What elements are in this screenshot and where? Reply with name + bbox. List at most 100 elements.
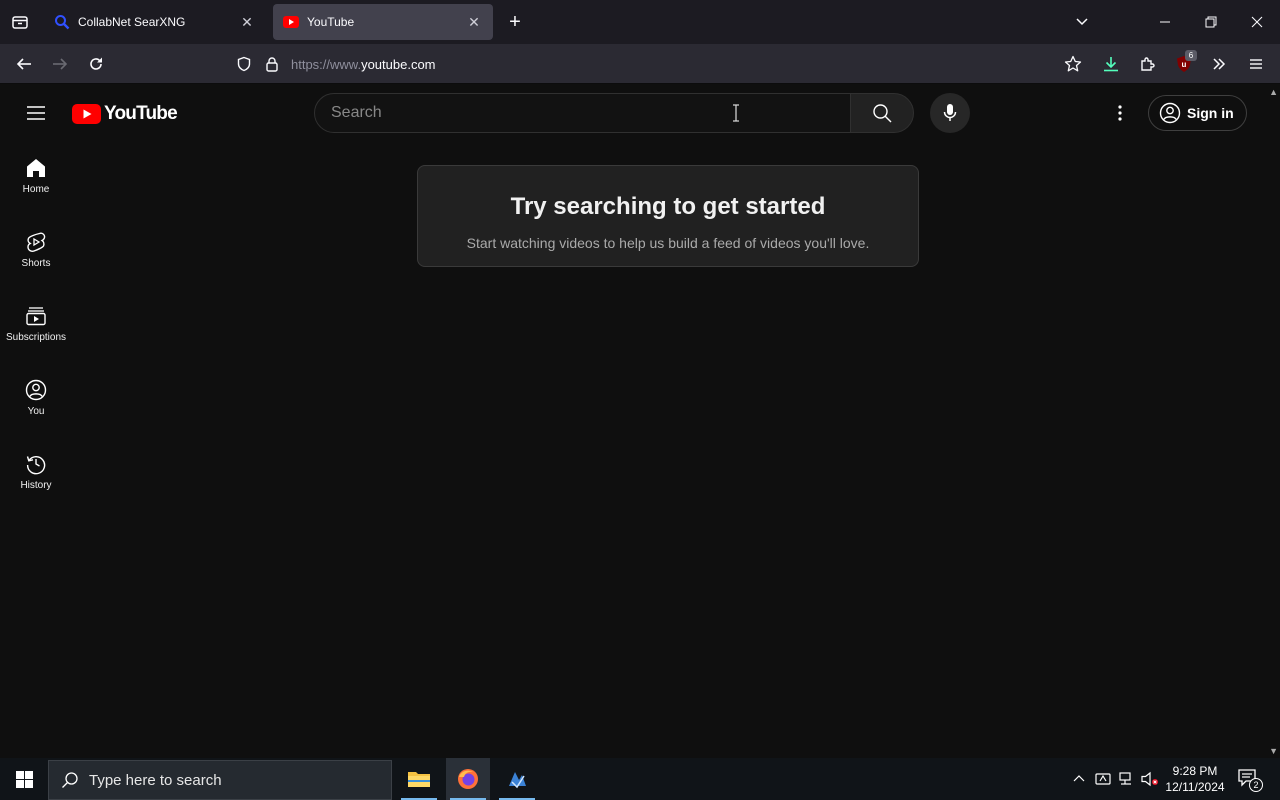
logo-wordmark: YouTube [104, 103, 178, 124]
taskbar-clock[interactable]: 9:28 PM 12/11/2024 [1160, 763, 1230, 795]
guide-label: Shorts [21, 258, 51, 269]
url-prefix: https://www. [291, 57, 362, 72]
guide-item-history[interactable]: History [4, 437, 68, 511]
empty-feed-prompt: Try searching to get started Start watch… [417, 165, 919, 267]
close-tab-icon[interactable]: ✕ [465, 13, 483, 31]
search-input[interactable] [331, 94, 831, 132]
vertical-dots-icon [1118, 105, 1122, 121]
taskbar-search-placeholder: Type here to search [89, 771, 222, 789]
url-host: youtube.com [361, 57, 436, 72]
start-button[interactable] [0, 758, 48, 800]
close-tab-icon[interactable]: ✕ [238, 13, 256, 31]
firefox-app[interactable] [446, 758, 490, 800]
browser-navigation-bar: https://www.youtube.com u 6 [0, 44, 1280, 84]
tab-youtube[interactable]: YouTube ✕ [273, 4, 493, 40]
prompt-title: Try searching to get started [510, 193, 826, 220]
lock-icon[interactable] [264, 56, 280, 77]
reload-icon [90, 57, 102, 70]
tracking-protection-shield-icon[interactable] [236, 56, 252, 77]
youtube-favicon-icon [283, 14, 299, 30]
new-tab-button[interactable]: + [502, 8, 528, 36]
puzzle-icon [1141, 57, 1155, 71]
guide-item-home[interactable]: Home [4, 141, 68, 215]
browser-tab-bar: CollabNet SearXNG ✕ YouTube ✕ + [0, 0, 1280, 44]
folder-icon [408, 772, 430, 787]
search-box[interactable] [314, 93, 851, 133]
tray-app-icon[interactable] [1094, 770, 1112, 788]
extension-badge: 6 [1185, 50, 1197, 61]
search-icon [873, 104, 892, 123]
home-icon [27, 159, 45, 177]
file-explorer-app[interactable] [397, 758, 441, 800]
download-icon [1104, 57, 1118, 72]
voice-search-button[interactable] [930, 93, 970, 133]
tab-title: CollabNet SearXNG [78, 15, 186, 29]
tab-title: YouTube [307, 15, 355, 29]
arrow-left-icon [16, 58, 31, 70]
notification-count: 2 [1249, 778, 1263, 792]
close-window-button[interactable] [1237, 4, 1277, 40]
star-icon [1064, 55, 1082, 72]
youtube-masthead: YouTube Sign in [0, 85, 1280, 141]
address-bar[interactable]: https://www.youtube.com [228, 48, 1100, 80]
network-icon[interactable] [1118, 770, 1136, 788]
close-icon [1251, 16, 1263, 28]
url-text: https://www.youtube.com [291, 57, 436, 72]
minimize-icon [1160, 21, 1170, 23]
ublock-extension-button[interactable]: u 6 [1168, 48, 1200, 80]
forward-button[interactable] [44, 48, 76, 80]
app-menu-button[interactable] [1240, 48, 1272, 80]
youtube-page: YouTube Sign in Home Shorts [0, 85, 1280, 758]
pinned-app[interactable] [495, 758, 539, 800]
guide-label: Home [22, 184, 50, 195]
extensions-button[interactable] [1132, 48, 1164, 80]
arrow-right-icon [53, 58, 68, 70]
youtube-play-logo-icon [72, 104, 101, 124]
account-circle-icon [1159, 102, 1181, 124]
back-button[interactable] [8, 48, 40, 80]
scroll-up-arrow-icon[interactable]: ▲ [1269, 87, 1278, 97]
bookmark-star-button[interactable] [1057, 48, 1089, 80]
svg-text:u: u [1182, 60, 1187, 69]
you-icon [25, 379, 47, 401]
search-button[interactable] [850, 93, 914, 133]
clock-time: 9:28 PM [1172, 764, 1218, 778]
downloads-button[interactable] [1095, 48, 1127, 80]
youtube-logo[interactable]: YouTube [72, 103, 178, 125]
guide-item-shorts[interactable]: Shorts [4, 215, 68, 289]
scroll-down-arrow-icon[interactable]: ▼ [1269, 746, 1278, 756]
show-hidden-icons-chevron-up-icon[interactable] [1070, 770, 1088, 788]
tab-searxng[interactable]: CollabNet SearXNG ✕ [44, 4, 266, 40]
restore-button[interactable] [1191, 4, 1231, 40]
search-icon [62, 772, 78, 788]
more-tools-button[interactable] [1203, 48, 1235, 80]
shorts-icon [27, 232, 46, 252]
windows-logo-icon [15, 770, 33, 788]
taskbar-search-box[interactable]: Type here to search [48, 760, 392, 800]
settings-more-button[interactable] [1100, 93, 1140, 133]
microphone-icon [943, 104, 957, 121]
guide-item-you[interactable]: You [4, 363, 68, 437]
firefox-icon [458, 769, 478, 789]
chevron-down-icon [1076, 18, 1088, 26]
sign-in-button[interactable]: Sign in [1148, 95, 1247, 131]
search-favicon-icon [54, 14, 70, 30]
history-icon [26, 456, 46, 475]
clock-date: 12/11/2024 [1165, 780, 1225, 794]
double-chevron-right-icon [1213, 58, 1226, 70]
volume-muted-icon[interactable] [1141, 770, 1159, 788]
guide-label: You [27, 406, 45, 417]
list-all-tabs-button[interactable] [1062, 4, 1102, 40]
windows-taskbar: Type here to search 9:28 PM 12/11/2024 2 [0, 758, 1280, 800]
action-center-button[interactable]: 2 [1236, 766, 1264, 792]
guide-item-subscriptions[interactable]: Subscriptions [4, 289, 68, 363]
firefox-view-button[interactable] [4, 6, 36, 38]
guide-menu-button[interactable] [16, 93, 56, 133]
firefox-view-icon [12, 16, 28, 29]
minimize-button[interactable] [1145, 4, 1185, 40]
text-cursor-icon [731, 104, 741, 127]
guide-label: Subscriptions [5, 332, 67, 343]
reload-button[interactable] [80, 48, 112, 80]
hamburger-icon [27, 106, 45, 120]
restore-icon [1205, 16, 1217, 28]
